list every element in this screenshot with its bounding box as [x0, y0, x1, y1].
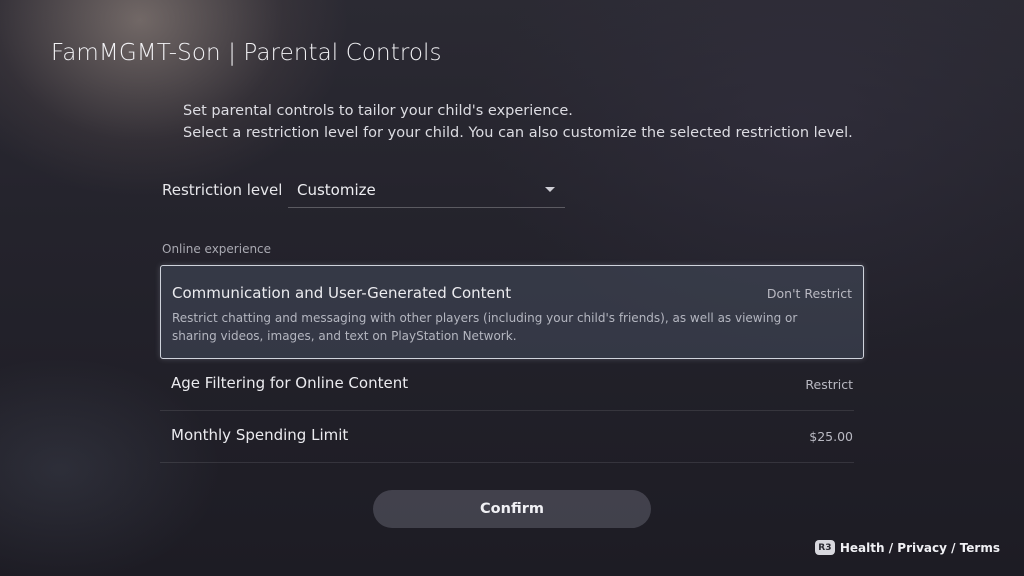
r3-button-icon: R3 — [814, 540, 835, 555]
restriction-level-label: Restriction level — [162, 181, 283, 199]
setting-value: Don't Restrict — [766, 286, 852, 301]
intro-line-2: Select a restriction level for your chil… — [183, 125, 853, 141]
restriction-level-value: Customize — [297, 180, 376, 199]
setting-description: Restrict chatting and messaging with oth… — [172, 311, 798, 343]
setting-communication-ugc[interactable]: Communication and User-Generated Content… — [160, 265, 864, 359]
intro-text: Set parental controls to tailor your chi… — [183, 100, 853, 144]
health-privacy-terms-link[interactable]: R3 Health / Privacy / Terms — [814, 540, 1000, 555]
page-title: FamMGMT-Son | Parental Controls — [51, 40, 442, 66]
setting-monthly-spending-limit[interactable]: Monthly Spending Limit $25.00 — [160, 411, 854, 463]
chevron-down-icon — [545, 187, 555, 192]
setting-value: Restrict — [805, 377, 853, 392]
setting-name: Age Filtering for Online Content — [171, 374, 409, 392]
restriction-level-row: Restriction level Customize — [162, 172, 565, 208]
footer-link-text: Health / Privacy / Terms — [839, 540, 1000, 555]
setting-name: Communication and User-Generated Content — [172, 284, 512, 302]
section-label-online-experience: Online experience — [162, 242, 272, 256]
confirm-button[interactable]: Confirm — [373, 490, 651, 528]
intro-line-1: Set parental controls to tailor your chi… — [183, 103, 573, 119]
restriction-level-dropdown[interactable]: Customize — [288, 172, 565, 208]
setting-age-filtering[interactable]: Age Filtering for Online Content Restric… — [160, 359, 854, 411]
setting-value: $25.00 — [809, 429, 853, 444]
setting-name: Monthly Spending Limit — [171, 426, 349, 444]
